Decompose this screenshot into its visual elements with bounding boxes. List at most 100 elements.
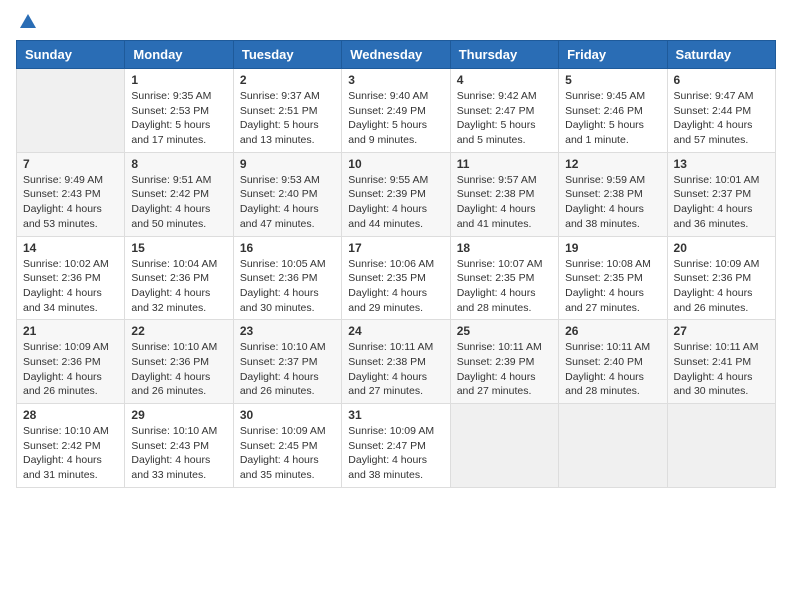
cell-line: Sunset: 2:36 PM [23,271,118,286]
cell-line: Sunset: 2:39 PM [457,355,552,370]
day-number: 24 [348,324,443,338]
calendar-week-row: 21Sunrise: 10:09 AMSunset: 2:36 PMDaylig… [17,320,776,404]
cell-line: Sunrise: 10:06 AM [348,257,443,272]
cell-line: Daylight: 4 hours [674,118,769,133]
cell-line: Sunset: 2:35 PM [348,271,443,286]
cell-line: Sunset: 2:44 PM [674,104,769,119]
day-number: 16 [240,241,335,255]
cell-line: Sunrise: 10:09 AM [348,424,443,439]
cell-line: Sunrise: 9:42 AM [457,89,552,104]
cell-line: Sunrise: 9:59 AM [565,173,660,188]
calendar-cell: 13Sunrise: 10:01 AMSunset: 2:37 PMDaylig… [667,152,775,236]
cell-line: Daylight: 4 hours [348,286,443,301]
calendar-week-row: 28Sunrise: 10:10 AMSunset: 2:42 PMDaylig… [17,404,776,488]
day-number: 23 [240,324,335,338]
cell-line: Sunset: 2:46 PM [565,104,660,119]
cell-line: Sunrise: 10:11 AM [565,340,660,355]
cell-line: Daylight: 4 hours [240,370,335,385]
day-number: 25 [457,324,552,338]
day-number: 10 [348,157,443,171]
cell-line: Sunrise: 9:40 AM [348,89,443,104]
cell-line: Sunset: 2:37 PM [674,187,769,202]
cell-line: Sunrise: 9:47 AM [674,89,769,104]
cell-line: and 17 minutes. [131,133,226,148]
cell-line: and 26 minutes. [674,301,769,316]
cell-line: Sunrise: 10:11 AM [457,340,552,355]
cell-line: and 47 minutes. [240,217,335,232]
cell-line: and 26 minutes. [240,384,335,399]
cell-line: Sunrise: 10:09 AM [23,340,118,355]
day-number: 8 [131,157,226,171]
cell-line: Sunrise: 10:11 AM [674,340,769,355]
calendar-day-header: Wednesday [342,41,450,69]
cell-line: Sunrise: 10:05 AM [240,257,335,272]
cell-line: and 9 minutes. [348,133,443,148]
calendar-cell: 16Sunrise: 10:05 AMSunset: 2:36 PMDaylig… [233,236,341,320]
cell-line: and 27 minutes. [348,384,443,399]
cell-line: Daylight: 5 hours [565,118,660,133]
cell-line: Sunrise: 10:08 AM [565,257,660,272]
calendar-day-header: Sunday [17,41,125,69]
day-number: 7 [23,157,118,171]
day-number: 11 [457,157,552,171]
cell-line: and 33 minutes. [131,468,226,483]
calendar-day-header: Monday [125,41,233,69]
cell-line: Sunset: 2:43 PM [23,187,118,202]
day-number: 1 [131,73,226,87]
calendar-cell: 17 Sunrise: 10:06 AMSunset: 2:35 PMDaylig… [342,236,450,320]
cell-line: Daylight: 4 hours [23,453,118,468]
cell-line: and 30 minutes. [674,384,769,399]
page-header [16,16,776,28]
calendar-cell: 11Sunrise: 9:57 AMSunset: 2:38 PMDayligh… [450,152,558,236]
cell-line: Sunset: 2:47 PM [457,104,552,119]
calendar-day-header: Friday [559,41,667,69]
cell-line: Sunrise: 10:09 AM [240,424,335,439]
day-number: 13 [674,157,769,171]
cell-line: and 32 minutes. [131,301,226,316]
cell-line: Daylight: 4 hours [131,370,226,385]
cell-line: Daylight: 5 hours [457,118,552,133]
cell-line: Sunset: 2:35 PM [457,271,552,286]
day-number: 3 [348,73,443,87]
cell-line: Sunrise: 9:49 AM [23,173,118,188]
calendar-cell: 24Sunrise: 10:11 AMSunset: 2:38 PMDaylig… [342,320,450,404]
cell-line: Sunrise: 9:53 AM [240,173,335,188]
cell-line: Sunrise: 9:51 AM [131,173,226,188]
cell-line: Daylight: 4 hours [348,202,443,217]
cell-line: Sunrise: 10:02 AM [23,257,118,272]
cell-line: and 28 minutes. [457,301,552,316]
day-number: 17 [348,241,443,255]
cell-line: Sunset: 2:40 PM [240,187,335,202]
calendar-cell: 8Sunrise: 9:51 AMSunset: 2:42 PMDaylight… [125,152,233,236]
calendar-cell: 12Sunrise: 9:59 AMSunset: 2:38 PMDayligh… [559,152,667,236]
cell-line: and 27 minutes. [457,384,552,399]
cell-line: Daylight: 4 hours [457,202,552,217]
logo-triangle-icon [18,12,38,32]
day-number: 14 [23,241,118,255]
calendar-day-header: Tuesday [233,41,341,69]
cell-line: Daylight: 5 hours [131,118,226,133]
cell-line: and 5 minutes. [457,133,552,148]
calendar-day-header: Thursday [450,41,558,69]
cell-line: Sunset: 2:35 PM [565,271,660,286]
cell-line: Daylight: 4 hours [457,370,552,385]
cell-line: Sunset: 2:38 PM [348,355,443,370]
cell-line: Daylight: 4 hours [565,202,660,217]
cell-line: Daylight: 4 hours [240,202,335,217]
cell-line: Sunset: 2:41 PM [674,355,769,370]
cell-line: and 34 minutes. [23,301,118,316]
cell-line: Daylight: 4 hours [674,202,769,217]
cell-line: Sunset: 2:38 PM [565,187,660,202]
calendar-cell: 1Sunrise: 9:35 AMSunset: 2:53 PMDaylight… [125,69,233,153]
cell-line: Daylight: 4 hours [23,202,118,217]
cell-line: Daylight: 4 hours [565,286,660,301]
cell-line: Sunrise: 10:11 AM [348,340,443,355]
calendar-cell: 20Sunrise: 10:09 AMSunset: 2:36 PMDaylig… [667,236,775,320]
cell-line: and 35 minutes. [240,468,335,483]
calendar-cell: 14Sunrise: 10:02 AMSunset: 2:36 PMDaylig… [17,236,125,320]
cell-line: Daylight: 5 hours [240,118,335,133]
calendar-cell: 22Sunrise: 10:10 AMSunset: 2:36 PMDaylig… [125,320,233,404]
day-number: 30 [240,408,335,422]
calendar-body: 1Sunrise: 9:35 AMSunset: 2:53 PMDaylight… [17,69,776,488]
day-number: 15 [131,241,226,255]
